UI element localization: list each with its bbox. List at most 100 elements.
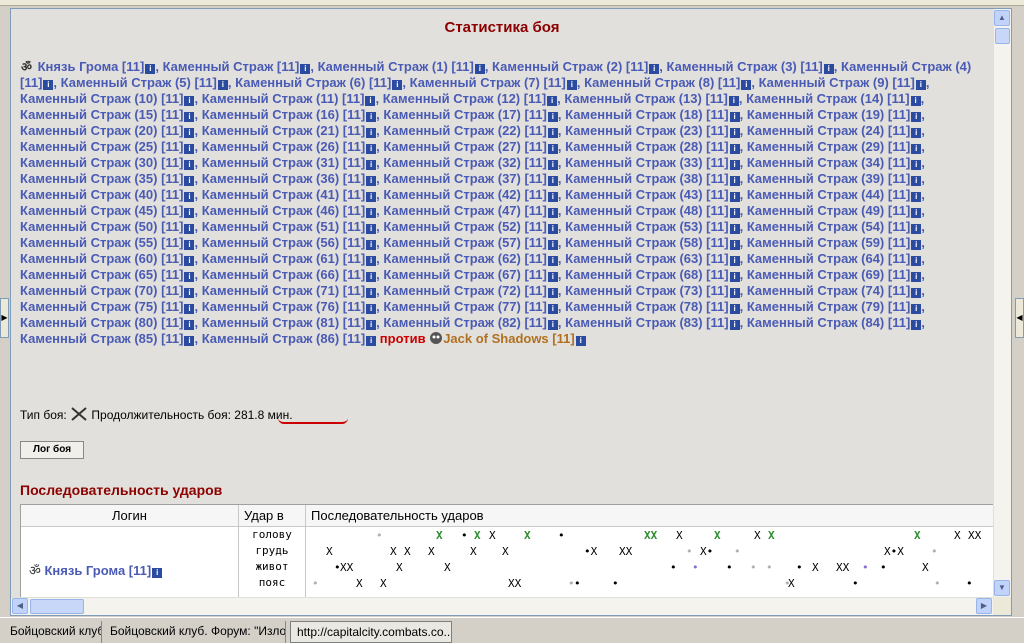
fighter-guard-name[interactable]: Каменный Страж (1) [11] [318,59,474,74]
info-icon[interactable]: i [184,272,195,282]
info-icon[interactable]: i [911,144,922,154]
fighter-guard-name[interactable]: Каменный Страж (2) [11] [492,59,648,74]
info-icon[interactable]: i [729,128,740,138]
task-fight-club[interactable]: Бойцовский клуб [4,621,102,643]
info-icon[interactable]: i [911,224,922,234]
fighter-guard-name[interactable]: Каменный Страж (18) [11] [565,107,728,122]
info-icon[interactable]: i [366,240,377,250]
fighter-guard-name[interactable]: Каменный Страж (76) [11] [202,299,365,314]
info-icon[interactable]: i [217,80,228,90]
info-icon[interactable]: i [547,240,558,250]
fighter-guard-name[interactable]: Каменный Страж (38) [11] [565,171,728,186]
info-icon[interactable]: i [184,144,195,154]
info-icon[interactable]: i [547,288,558,298]
fighter-guard-name[interactable]: Каменный Страж (61) [11] [202,251,365,266]
info-icon[interactable]: i [184,224,195,234]
info-icon[interactable]: i [729,240,740,250]
fighter-guard-name[interactable]: Каменный Страж (77) [11] [383,299,546,314]
info-icon[interactable]: i [547,160,558,170]
fighter-guard-name[interactable]: Каменный Страж (21) [11] [202,123,365,138]
info-icon[interactable]: i [729,320,740,330]
fighter-guard-name[interactable]: Каменный Страж (36) [11] [202,171,365,186]
info-icon[interactable]: i [184,112,195,122]
info-icon[interactable]: i [915,80,926,90]
info-icon[interactable]: i [184,320,195,330]
fighter-guard-name[interactable]: Каменный Страж (86) [11] [202,331,365,346]
fighter-guard-name[interactable]: Каменный Страж (73) [11] [565,283,728,298]
fighter-guard-name[interactable]: Каменный Страж (48) [11] [565,203,728,218]
fighter-guard-name[interactable]: Каменный Страж (47) [11] [383,203,546,218]
fighter-guard-name[interactable]: Каменный Страж (28) [11] [565,139,728,154]
fighter-guard-name[interactable]: Каменный Страж (67) [11] [383,267,546,282]
info-icon[interactable]: i [366,208,377,218]
info-icon[interactable]: i [184,160,195,170]
fighter-guard-name[interactable]: Каменный Страж (6) [11] [235,75,391,90]
info-icon[interactable]: i [729,144,740,154]
fighter-guard-name[interactable]: Каменный Страж (14) [11] [746,91,909,106]
info-icon[interactable]: i [729,288,740,298]
info-icon[interactable]: i [547,224,558,234]
info-icon[interactable]: i [184,192,195,202]
fighter-guard-name[interactable]: Каменный Страж (41) [11] [202,187,365,202]
fighter-guard-name[interactable]: Каменный Страж (11) [11] [202,91,365,106]
info-icon[interactable]: i [729,176,740,186]
info-icon[interactable]: i [43,80,54,90]
fighter-guard-name[interactable]: Каменный Страж (45) [11] [20,203,183,218]
info-icon[interactable]: i [366,128,377,138]
fighter-guard-name[interactable]: Каменный Страж (9) [11] [759,75,915,90]
info-icon[interactable]: i [575,336,586,346]
info-icon[interactable]: i [152,568,163,578]
fighter-guard-name[interactable]: Каменный Страж (57) [11] [383,235,546,250]
scroll-up-icon[interactable]: ▲ [994,10,1010,26]
fighter-guard-name[interactable]: Каменный Страж (3) [11] [667,59,823,74]
task-capitalcity[interactable]: http://capitalcity.combats.co... [290,621,452,643]
expand-left-icon[interactable]: ▶ [0,298,9,338]
fighter-guard-name[interactable]: Каменный Страж (62) [11] [383,251,546,266]
info-icon[interactable]: i [547,192,558,202]
fighter-guard-name[interactable]: Каменный Страж (69) [11] [747,267,910,282]
fighter-guard-name[interactable]: Каменный Страж (46) [11] [202,203,365,218]
fighter-guard-name[interactable]: Каменный Страж (56) [11] [202,235,365,250]
fighter-guard-name[interactable]: Каменный Страж (66) [11] [202,267,365,282]
fighter-guard-name[interactable]: Каменный Страж (78) [11] [565,299,728,314]
fighter-guard-name[interactable]: Каменный Страж (55) [11] [20,235,183,250]
fighter-guard-name[interactable]: Каменный Страж (22) [11] [383,123,546,138]
fighter-guard-name[interactable]: Каменный Страж (7) [11] [410,75,566,90]
info-icon[interactable]: i [649,64,660,74]
fighter-guard-name[interactable]: Каменный Страж (65) [11] [20,267,183,282]
fighter-guard-name[interactable]: Каменный Страж (29) [11] [747,139,910,154]
fighter-guard-name[interactable]: Каменный Страж (75) [11] [20,299,183,314]
info-icon[interactable]: i [547,96,558,106]
expand-right-icon[interactable]: ◀ [1015,298,1024,338]
player-link[interactable]: ॐ Князь Грома [11] i [29,561,163,579]
info-icon[interactable]: i [366,320,377,330]
scroll-thumb[interactable] [995,28,1010,44]
fighter-guard-name[interactable]: Каменный Страж (33) [11] [565,155,728,170]
info-icon[interactable]: i [911,176,922,186]
fighter-guard-name[interactable]: Каменный Страж (43) [11] [565,187,728,202]
info-icon[interactable]: i [729,272,740,282]
info-icon[interactable]: i [566,80,577,90]
fighter-guard-name[interactable]: Каменный Страж (10) [11] [20,91,183,106]
info-icon[interactable]: i [729,256,740,266]
info-icon[interactable]: i [729,112,740,122]
player-name[interactable]: Князь Грома [11] [44,563,151,578]
info-icon[interactable]: i [911,304,922,314]
fighter-guard-name[interactable]: Каменный Страж (25) [11] [20,139,183,154]
fighter-guard-name[interactable]: Каменный Страж (59) [11] [747,235,910,250]
fighter-guard-name[interactable]: Каменный Страж (31) [11] [202,155,365,170]
vertical-scrollbar[interactable]: ▲ ▼ [993,9,1011,597]
fighter-guard-name[interactable]: Каменный Страж (27) [11] [383,139,546,154]
info-icon[interactable]: i [145,64,156,74]
fighter-guard-name[interactable]: Каменный Страж (54) [11] [747,219,910,234]
info-icon[interactable]: i [366,192,377,202]
battle-log-button[interactable]: Лог боя [20,441,84,459]
fighter-guard-name[interactable]: Каменный Страж (49) [11] [747,203,910,218]
info-icon[interactable]: i [184,176,195,186]
fighter-guard-name[interactable]: Каменный Страж (39) [11] [747,171,910,186]
info-icon[interactable]: i [729,224,740,234]
info-icon[interactable]: i [392,80,403,90]
fighter-guard-name[interactable]: Каменный Страж (24) [11] [747,123,910,138]
fighter-guard-name[interactable]: Каменный Страж (70) [11] [20,283,183,298]
info-icon[interactable]: i [365,96,376,106]
